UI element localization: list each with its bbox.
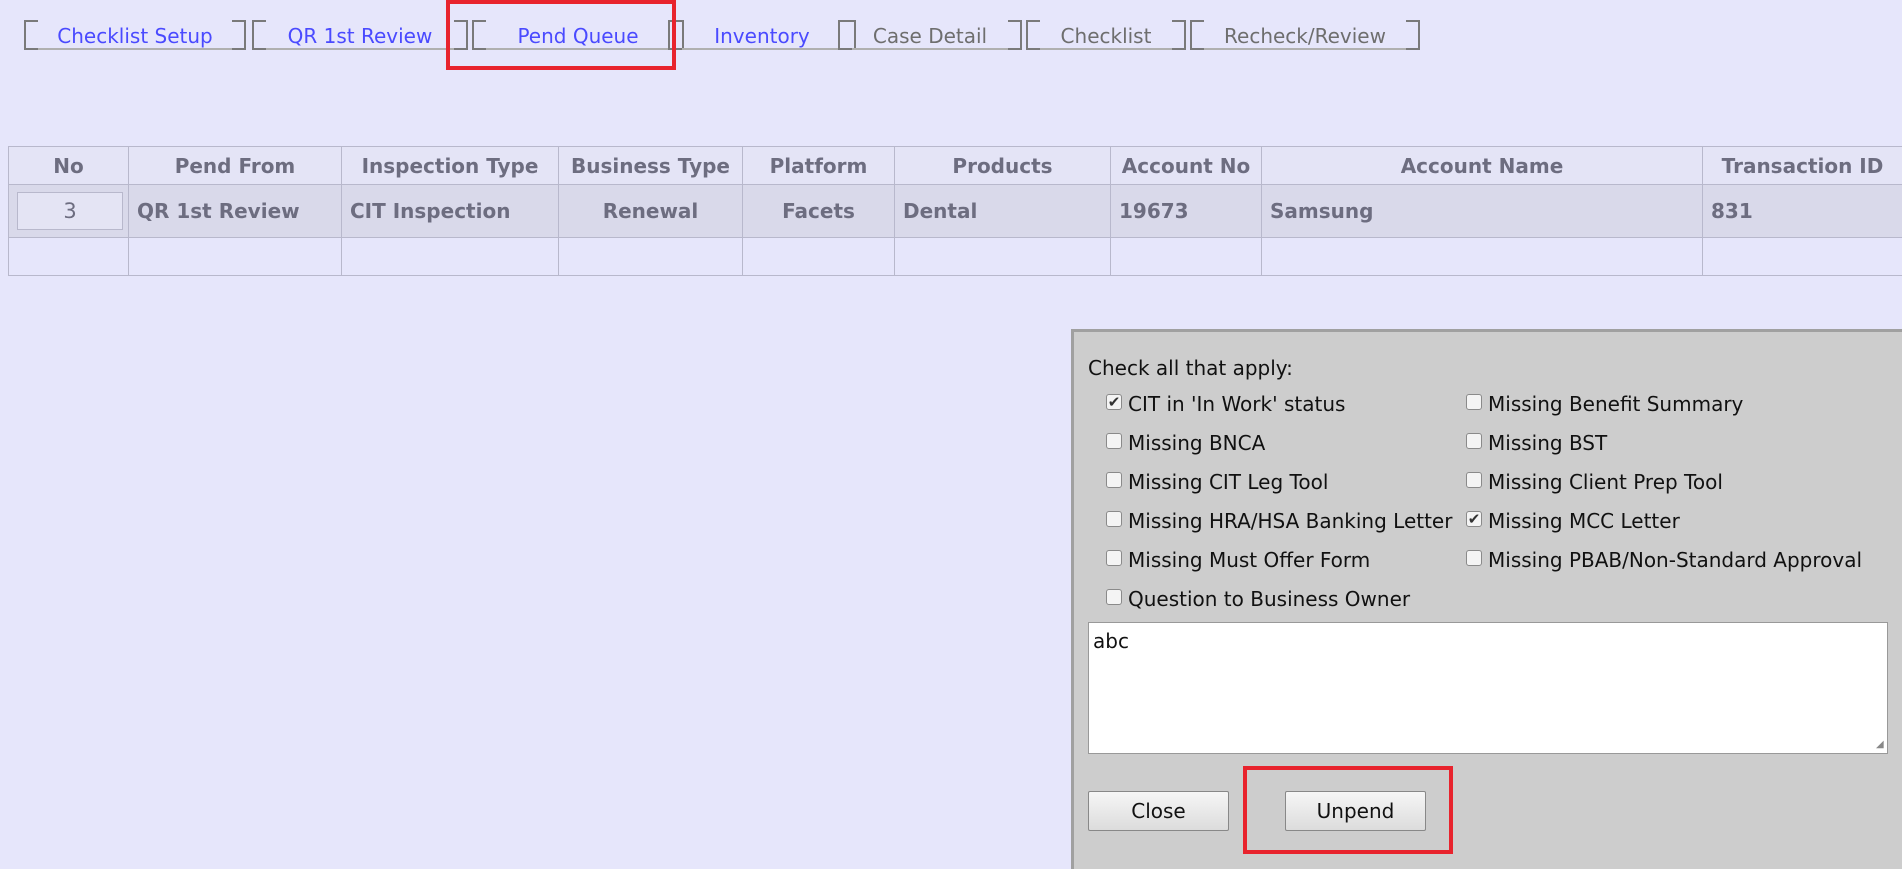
checkbox-icon[interactable] xyxy=(1466,433,1482,449)
check-label: Missing CIT Leg Tool xyxy=(1128,470,1328,494)
header-inspection-type[interactable]: Inspection Type xyxy=(342,147,559,185)
table-row-empty xyxy=(9,238,1902,276)
tab-pend-queue[interactable]: Pend Queue xyxy=(472,20,684,50)
tab-label: QR 1st Review xyxy=(288,24,433,48)
checkbox-icon[interactable] xyxy=(1466,394,1482,410)
tab-label: Recheck/Review xyxy=(1224,24,1386,48)
check-label: Missing Benefit Summary xyxy=(1488,392,1743,416)
cell-platform: Facets xyxy=(743,185,895,238)
check-label: Missing PBAB/Non-Standard Approval xyxy=(1488,548,1862,572)
cell-products: Dental xyxy=(895,185,1111,238)
pend-queue-table: No Pend From Inspection Type Business Ty… xyxy=(8,146,1902,276)
cell-account-no: 19673 xyxy=(1111,185,1262,238)
tab-inventory[interactable]: Inventory xyxy=(668,20,856,50)
table-header-row: No Pend From Inspection Type Business Ty… xyxy=(9,147,1902,185)
close-button[interactable]: Close xyxy=(1088,791,1229,831)
cell-inspection-type: CIT Inspection xyxy=(342,185,559,238)
tab-case-detail[interactable]: Case Detail xyxy=(838,20,1022,50)
row-number-button[interactable]: 3 xyxy=(17,192,123,230)
tab-checklist-setup[interactable]: Checklist Setup xyxy=(24,20,246,50)
check-label: Missing BNCA xyxy=(1128,431,1265,455)
tab-label: Inventory xyxy=(714,24,810,48)
check-label: Missing Client Prep Tool xyxy=(1488,470,1723,494)
check-label: Missing MCC Letter xyxy=(1488,509,1680,533)
tab-label: Case Detail xyxy=(873,24,987,48)
tab-label: Pend Queue xyxy=(517,24,638,48)
tab-checklist[interactable]: Checklist xyxy=(1026,20,1186,50)
check-label: Question to Business Owner xyxy=(1128,587,1410,611)
check-label: Missing Must Offer Form xyxy=(1128,548,1370,572)
check-label: CIT in 'In Work' status xyxy=(1128,392,1345,416)
panel-title: Check all that apply: xyxy=(1088,356,1293,380)
tab-label: Checklist xyxy=(1061,24,1152,48)
checkbox-icon[interactable] xyxy=(1106,511,1122,527)
cell-business-type: Renewal xyxy=(559,185,743,238)
header-account-no[interactable]: Account No xyxy=(1111,147,1262,185)
check-label: Missing HRA/HSA Banking Letter xyxy=(1128,509,1452,533)
cell-pend-from: QR 1st Review xyxy=(129,185,342,238)
header-platform[interactable]: Platform xyxy=(743,147,895,185)
tab-qr-1st-review[interactable]: QR 1st Review xyxy=(252,20,468,50)
cell-account-name: Samsung xyxy=(1262,185,1703,238)
header-no[interactable]: No xyxy=(9,147,129,185)
header-transaction-id[interactable]: Transaction ID xyxy=(1703,147,1902,185)
cell-transaction-id: 831 xyxy=(1703,185,1902,238)
checkbox-icon[interactable] xyxy=(1106,433,1122,449)
checkbox-icon[interactable] xyxy=(1466,550,1482,566)
checkbox-icon[interactable] xyxy=(1466,472,1482,488)
header-business-type[interactable]: Business Type xyxy=(559,147,743,185)
checkbox-icon[interactable] xyxy=(1106,589,1122,605)
pend-reasons-panel: Check all that apply: ✔ CIT in 'In Work'… xyxy=(1071,329,1902,869)
checkbox-icon[interactable] xyxy=(1106,550,1122,566)
pend-comment-textarea[interactable]: abc xyxy=(1088,622,1888,754)
tab-label: Checklist Setup xyxy=(57,24,212,48)
cell-no: 3 xyxy=(9,185,129,238)
header-products[interactable]: Products xyxy=(895,147,1111,185)
tab-recheck-review[interactable]: Recheck/Review xyxy=(1190,20,1420,50)
unpend-button[interactable]: Unpend xyxy=(1285,791,1426,831)
table-row[interactable]: 3 QR 1st Review CIT Inspection Renewal F… xyxy=(9,185,1902,238)
header-account-name[interactable]: Account Name xyxy=(1262,147,1703,185)
resize-grip-icon[interactable]: ◢ xyxy=(1876,740,1886,750)
checkbox-icon[interactable] xyxy=(1106,472,1122,488)
check-label: Missing BST xyxy=(1488,431,1607,455)
header-pend-from[interactable]: Pend From xyxy=(129,147,342,185)
checkbox-checked-icon[interactable]: ✔ xyxy=(1466,511,1482,527)
checkbox-checked-icon[interactable]: ✔ xyxy=(1106,394,1122,410)
